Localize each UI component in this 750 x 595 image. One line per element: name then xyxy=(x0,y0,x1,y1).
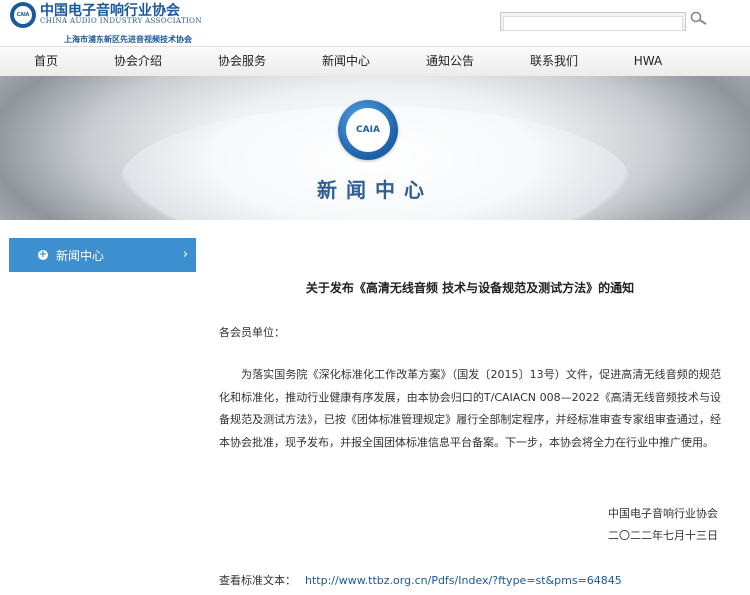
news-banner: CAIA 新闻中心 xyxy=(0,76,750,220)
main-nav: 首页 协会介绍 协会服务 新闻中心 通知公告 联系我们 HWA xyxy=(0,46,750,77)
caia-logo-text: CAIA xyxy=(14,6,32,24)
sidebar-item-label: 新闻中心 xyxy=(56,248,105,263)
org-subtitle: 上海市浦东新区先进音视频技术协会 xyxy=(64,35,192,43)
plus-circle-icon: + xyxy=(38,249,48,260)
nav-item-notices[interactable]: 通知公告 xyxy=(426,47,474,76)
banner-logo-text: CAIA xyxy=(356,125,380,135)
nav-item-services[interactable]: 协会服务 xyxy=(218,47,266,76)
banner-logo-ring: CAIA xyxy=(346,108,390,152)
chevron-right-icon: › xyxy=(182,247,188,262)
caia-logo[interactable]: CAIA xyxy=(10,2,36,28)
search-box xyxy=(500,12,686,31)
sidebar-item-news[interactable]: + 新闻中心 › xyxy=(9,238,196,272)
banner-title: 新闻中心 xyxy=(317,178,433,202)
nav-item-about[interactable]: 协会介绍 xyxy=(114,47,162,76)
banner-logo: CAIA xyxy=(338,100,398,160)
signature-date: 二〇二二年七月十三日 xyxy=(608,529,718,542)
org-name-en: CHINA AUDIO INDUSTRY ASSOCIATION xyxy=(40,17,202,25)
search-button[interactable] xyxy=(684,8,714,30)
nav-item-contact[interactable]: 联系我们 xyxy=(530,47,578,76)
standard-link-row: 查看标准文本： http://www.ttbz.org.cn/Pdfs/Index… xyxy=(219,572,622,588)
nav-item-news[interactable]: 新闻中心 xyxy=(322,47,370,76)
standard-link[interactable]: http://www.ttbz.org.cn/Pdfs/Index/?ftype… xyxy=(305,574,622,587)
standard-link-label: 查看标准文本： xyxy=(219,574,296,587)
nav-item-hwa[interactable]: HWA xyxy=(634,47,662,76)
article-greeting: 各会员单位： xyxy=(219,326,285,339)
site-header: CAIA 中国电子音响行业协会 CHINA AUDIO INDUSTRY ASS… xyxy=(0,0,750,46)
signature-org: 中国电子音响行业协会 xyxy=(608,507,718,520)
search-input[interactable] xyxy=(503,16,683,31)
article-title: 关于发布《高清无线音频 技术与设备规范及测试方法》的通知 xyxy=(305,281,635,295)
nav-item-home[interactable]: 首页 xyxy=(34,47,58,76)
search-icon xyxy=(690,11,707,25)
article-body: 为落实国务院《深化标准化工作改革方案》（国发〔2015〕13号）文件，促进高清无… xyxy=(219,368,721,450)
